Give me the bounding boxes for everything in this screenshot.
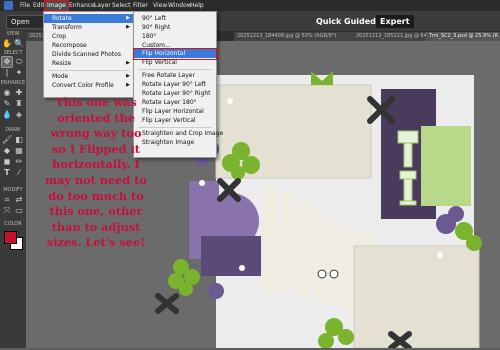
smart-brush-tool-icon[interactable]: ✎ — [2, 99, 12, 109]
gradient-tool-icon[interactable]: ▦ — [14, 146, 24, 156]
lasso-tool-icon[interactable]: ɭ — [2, 68, 12, 78]
section-label-modify: MODIFY — [3, 187, 23, 193]
note-line: so I Flipped it — [52, 141, 140, 156]
chevron-right-icon: ▶ — [126, 15, 130, 21]
menu-item-free-rotate-layer[interactable]: Free Rotate Layer — [134, 71, 216, 80]
menu-item-rotate-90-right[interactable]: 90° Right — [134, 23, 216, 32]
menu-item-recompose[interactable]: Recompose — [44, 41, 134, 50]
content-aware-move-tool-icon[interactable]: ⤧ — [2, 206, 12, 216]
note-line: this one, other — [49, 204, 143, 219]
document-tab-active[interactable]: Tmi_SC2_3.psd @ 25.9% (R — [426, 32, 500, 41]
menu-help[interactable]: Help — [188, 1, 206, 10]
journal-strip — [280, 191, 292, 291]
menu-item-label: Transform — [52, 24, 82, 31]
menu-item-resize[interactable]: Resize ▶ — [44, 59, 134, 68]
crop-tool-icon[interactable]: ⌗ — [2, 195, 12, 205]
note-line: This one was — [55, 95, 137, 109]
section-label-color: COLOR — [4, 221, 22, 227]
menu-separator — [48, 70, 130, 71]
menu-item-label: Convert Color Profile — [52, 82, 114, 89]
tools-panel: VIEW ✋ 🔍 SELECT ✥ ⬭ ɭ ✦ ENHANCE ◉ ✚ ✎ ♜ … — [0, 31, 26, 348]
eraser-tool-icon[interactable]: ◧ — [14, 135, 24, 145]
menu-item-rotate-180[interactable]: 180° — [134, 32, 216, 41]
photo-placeholder-bottom — [353, 245, 480, 349]
menu-item-label: Resize — [52, 60, 72, 67]
straighten-tool-icon[interactable]: ▭ — [14, 206, 24, 216]
journal-strip — [328, 221, 340, 306]
section-label-select: SELECT — [3, 50, 23, 56]
app-logo-icon — [4, 1, 13, 10]
brush-tool-icon[interactable]: 🖌 — [2, 135, 12, 145]
menu-filter[interactable]: Filter — [131, 1, 150, 10]
document-tab[interactable]: 20251213_185121.jpg @ 64.7% (RGB/8*) — [353, 32, 429, 41]
magic-wand-tool-icon[interactable]: ✦ — [14, 68, 24, 78]
journal-strip — [312, 211, 324, 301]
journal-strip — [296, 201, 308, 296]
menu-item-convert-color-profile[interactable]: Convert Color Profile ▶ — [44, 81, 134, 90]
clone-stamp-tool-icon[interactable]: ♜ — [14, 99, 24, 109]
type-tool-icon[interactable]: T — [2, 168, 12, 178]
spot-healing-tool-icon[interactable]: ✚ — [14, 88, 24, 98]
chevron-right-icon: ▶ — [126, 24, 130, 30]
title-block-green — [421, 126, 471, 206]
annotation-note: This one was oriented the wrong way too … — [38, 95, 154, 251]
note-line: sizes. Let's see! — [46, 235, 146, 250]
section-label-draw: DRAW — [5, 127, 21, 133]
pencil-tool-icon[interactable]: ✏ — [14, 157, 24, 167]
menu-item-rotate-layer-90-left[interactable]: Rotate Layer 90° Left — [134, 80, 216, 89]
menu-item-crop[interactable]: Crop — [44, 32, 134, 41]
note-line: wrong way too — [50, 126, 142, 141]
image-menu: Rotate ▶ Transform ▶ Crop Recompose Divi… — [43, 11, 135, 98]
hand-tool-icon[interactable]: ✋ — [2, 39, 12, 49]
marquee-tool-icon[interactable]: ⬭ — [14, 57, 24, 67]
menu-item-mode[interactable]: Mode ▶ — [44, 72, 134, 81]
menu-item-transform[interactable]: Transform ▶ — [44, 23, 134, 32]
blur-tool-icon[interactable]: 💧 — [2, 110, 12, 120]
move-tool-icon[interactable]: ✥ — [1, 56, 13, 68]
journal-strip — [264, 183, 276, 293]
chevron-right-icon: ▶ — [126, 82, 130, 88]
menu-item-rotate-90-left[interactable]: 90° Left — [134, 14, 216, 23]
recompose-tool-icon[interactable]: ⇄ — [14, 195, 24, 205]
open-button-label: Open — [11, 18, 30, 26]
menu-item-flip-vertical[interactable]: Flip Vertical — [134, 58, 216, 67]
menu-select[interactable]: Select — [110, 1, 133, 10]
menu-item-divide-scanned[interactable]: Divide Scanned Photos — [44, 50, 134, 59]
paint-bucket-tool-icon[interactable]: ◆ — [2, 146, 12, 156]
sponge-tool-icon[interactable]: ◈ — [14, 110, 24, 120]
menu-item-rotate[interactable]: Rotate ▶ — [44, 14, 134, 23]
mode-expert[interactable]: Expert — [376, 15, 414, 28]
menu-image[interactable]: Image — [44, 0, 69, 11]
menu-item-label: Rotate — [52, 15, 72, 22]
section-label-view: VIEW — [6, 31, 20, 37]
document-tab[interactable]: 20251213_184408.jpg @ 50% (RGB/8*) — [234, 32, 355, 41]
chevron-right-icon: ▶ — [126, 60, 130, 66]
note-line: oriented the — [56, 110, 136, 125]
note-line: than to adjust — [51, 219, 141, 234]
foreground-color-swatch[interactable] — [4, 231, 17, 244]
mode-guided[interactable]: Guided — [340, 15, 380, 28]
menu-separator — [138, 69, 212, 70]
dark-purple-block — [201, 236, 261, 276]
menu-file[interactable]: File — [18, 1, 32, 10]
note-line: may not need to — [45, 172, 147, 187]
menu-bar: File Edit Image Enhance Layer Select Fil… — [0, 0, 500, 11]
chevron-right-icon: ▶ — [126, 73, 130, 79]
color-picker-tool-icon[interactable]: ⁄ — [14, 168, 24, 178]
eye-tool-icon[interactable]: ◉ — [2, 88, 12, 98]
section-label-enhance: ENHANCE — [0, 80, 26, 86]
note-line: do too much to — [48, 188, 144, 203]
shape-tool-icon[interactable]: ◼ — [2, 157, 12, 167]
zoom-tool-icon[interactable]: 🔍 — [14, 39, 24, 49]
menu-item-label: Mode — [52, 73, 69, 80]
note-line: horizontally. I — [52, 157, 140, 172]
